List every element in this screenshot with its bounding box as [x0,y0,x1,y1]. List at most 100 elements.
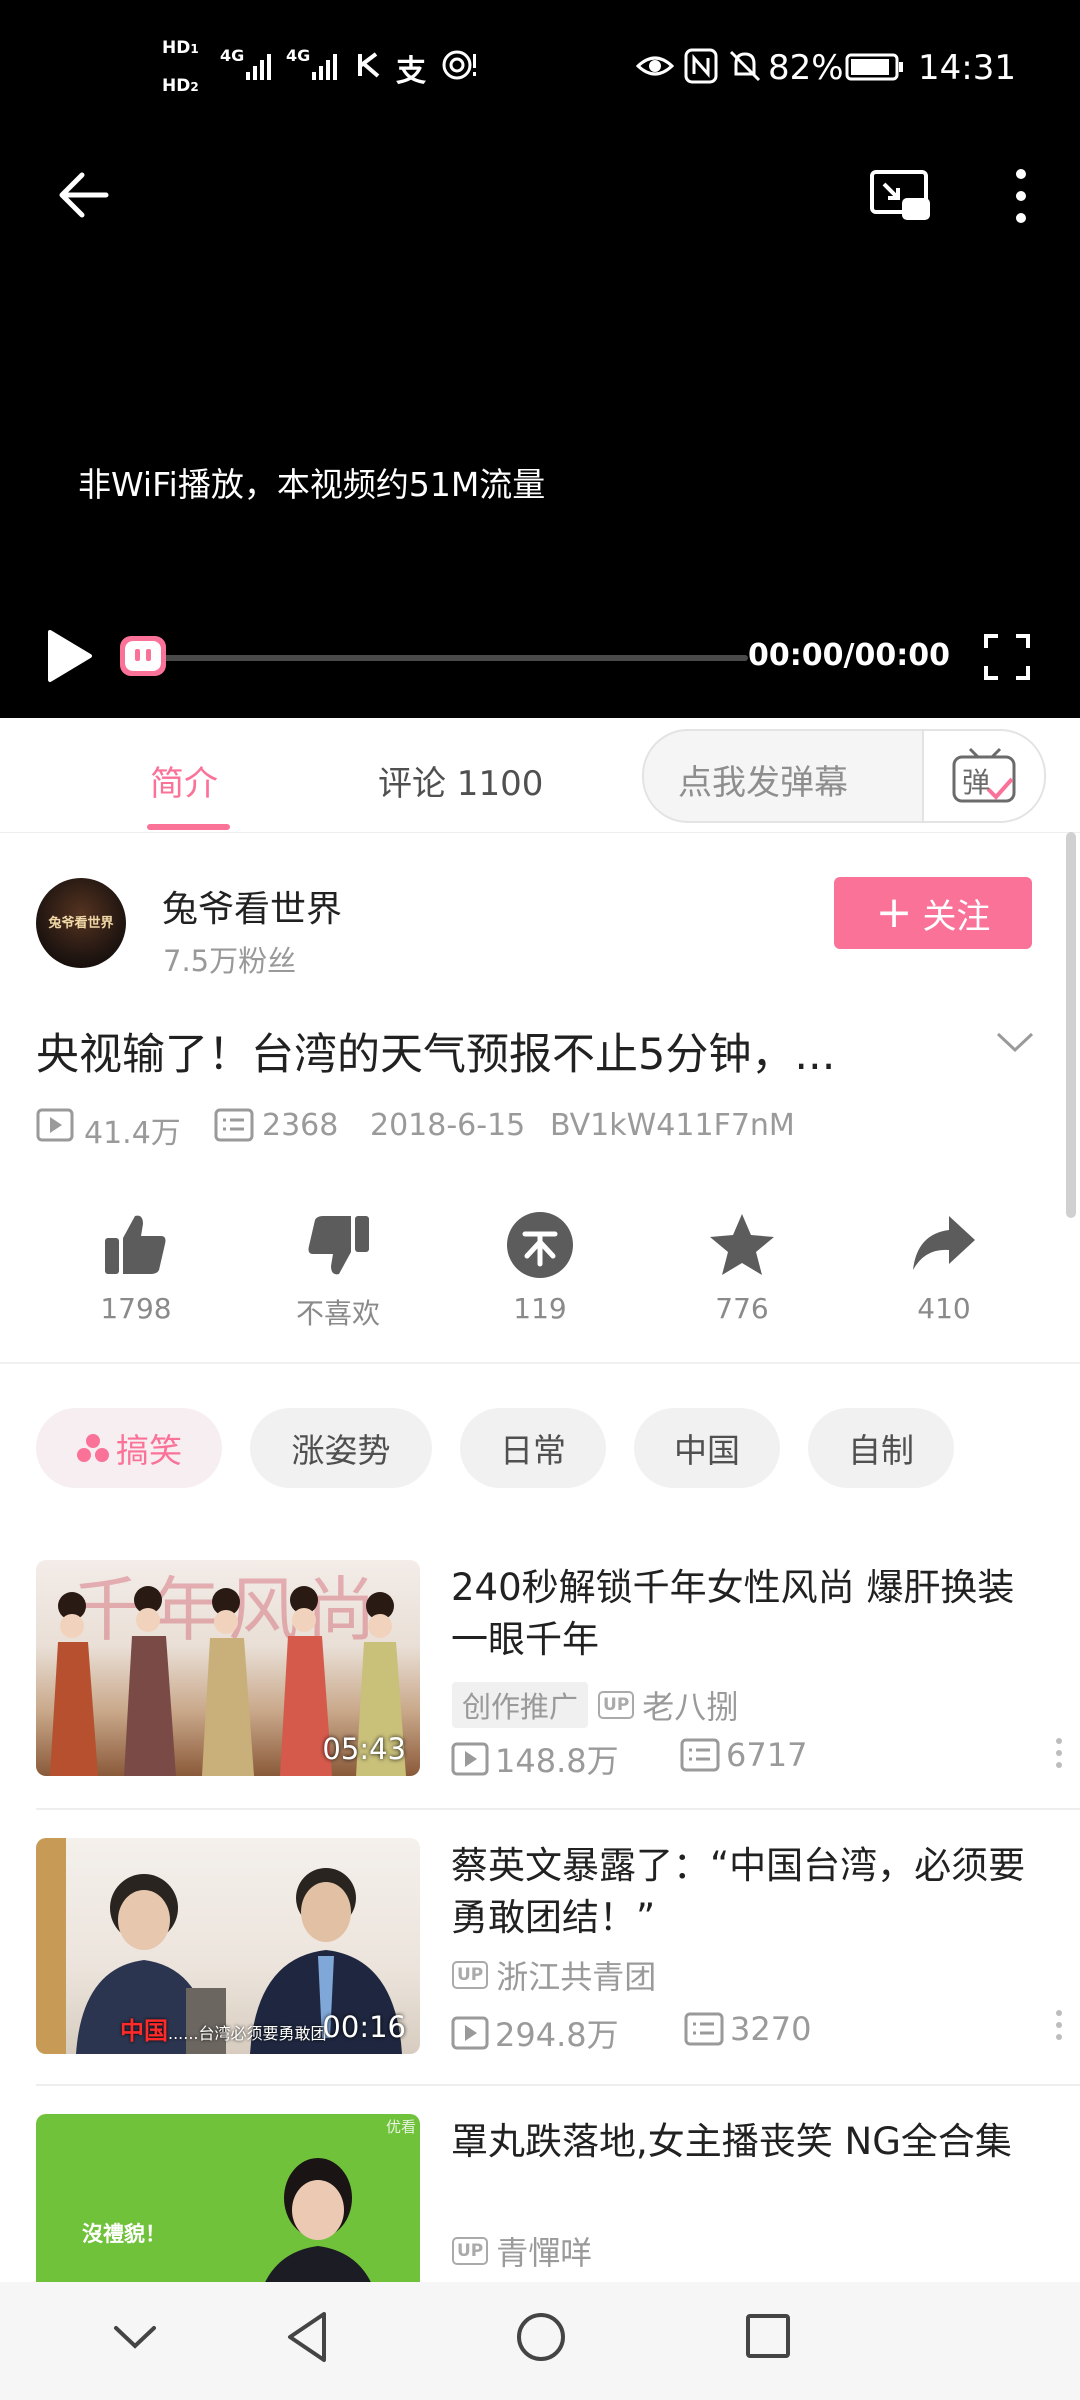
active-tab-indicator [147,824,230,830]
like-button[interactable]: 1798 [56,1210,216,1325]
related-video-item[interactable]: 沒禮貌！ 优看 罩丸跌落地,女主播丧笑 NG全合集 UP 青憚咩 [0,2114,1080,2282]
more-options-icon[interactable] [1056,2010,1066,2046]
related-video-uploader: 创作推广 UP 老八捌 [452,1682,738,1728]
thumbs-down-icon [308,1216,369,1275]
video-thumbnail: 中国......台湾必须要勇敢团 00:16 [36,1838,420,2054]
promo-badge: 创作推广 [452,1682,589,1728]
video-bvid: BV1kW411F7nM [550,1108,795,1143]
tab-intro[interactable]: 简介 [150,756,218,805]
progress-handle[interactable] [120,636,166,676]
related-video-title: 240秒解锁千年女性风尚 爆肝换装一眼千年 [451,1566,1015,1661]
tag-self-made[interactable]: 自制 [808,1408,954,1488]
plus-icon: + [875,887,913,938]
share-arrow-icon [913,1216,975,1270]
danmaku-count: 2368 [262,1108,339,1143]
more-options-icon[interactable] [1056,1738,1066,1774]
like-count: 1798 [100,1292,172,1325]
up-badge-icon: UP [452,2237,489,2265]
favorite-button[interactable]: 776 [662,1210,822,1325]
hotspot-icon [442,50,476,80]
star-icon [710,1214,774,1275]
related-video-comments: 3270 [684,2010,811,2048]
share-button[interactable]: 410 [864,1210,1024,1325]
video-player[interactable]: HD1 HD2 4G 4G 支 82% 14:31 非WiFi播放，本视频约51… [0,0,1080,718]
uploader-fans: 7.5万粉丝 [163,944,297,978]
related-video-uploader: UP 青憚咩 [452,2228,592,2274]
alipay-icon: 支 [396,54,426,89]
publish-date: 2018-6-15 [370,1108,526,1143]
playback-time: 00:00/00:00 [748,638,950,673]
nav-home-icon[interactable] [514,2310,568,2364]
more-options-icon[interactable] [1010,166,1032,226]
list-divider [36,2084,1080,2086]
coin-count: 119 [513,1292,567,1325]
related-video-comments: 6717 [680,1736,807,1774]
thumbs-up-icon [105,1215,166,1274]
video-title: 央视输了！台湾的天气预报不止5分钟，... [36,1030,836,1080]
dislike-button[interactable]: 不喜欢 [258,1210,418,1330]
play-count-icon [451,1742,489,1776]
related-video-views: 148.8万 [451,1736,619,1782]
back-arrow-icon[interactable] [56,170,112,220]
danmaku-toggle-button[interactable]: 弹 [922,731,1044,821]
danmaku-count-icon [214,1108,254,1142]
video-duration: 05:43 [322,1732,406,1766]
tag-funny[interactable]: 搞笑 [36,1408,222,1488]
danmaku-count-icon [684,2012,724,2046]
play-icon[interactable] [44,626,94,686]
related-video-item[interactable]: 中国......台湾必须要勇敢团 00:16 蔡英文暴露了：“中国台湾，必须要勇… [0,1838,1080,2114]
status-time: 14:31 [918,48,1016,88]
hd-voice-2-indicator: HD2 [162,76,199,96]
related-video-title: 蔡英文暴露了：“中国台湾，必须要勇敢团结！” [451,1844,1026,1939]
section-divider [0,1362,1080,1364]
thumbnail-figures [265,2158,371,2282]
uploader-name[interactable]: 兔爷看世界 [162,880,342,932]
related-video-item[interactable]: 千年风尚 05:43 240秒解锁千年女性风尚 爆肝换装一眼千年 创作推广 UP… [0,1560,1080,1836]
up-badge-icon: UP [598,1691,635,1719]
nav-recents-icon[interactable] [744,2312,794,2362]
collapse-down-icon[interactable] [112,2322,158,2352]
mute-icon [729,50,761,82]
follow-label: 关注 [922,896,991,937]
view-count: 41.4万 [84,1116,181,1151]
related-video-views: 294.8万 [451,2010,619,2056]
favorite-count: 776 [715,1292,769,1325]
tab-comments[interactable]: 评论 1100 [378,756,543,805]
danmaku-count-icon [680,1738,720,1772]
tag-china[interactable]: 中国 [634,1408,780,1488]
video-duration: 00:16 [322,2010,406,2044]
hd-voice-1-indicator: HD1 [162,38,199,58]
uploader-avatar[interactable]: 兔爷看世界 [36,878,126,968]
battery-percent: 82% [768,48,844,88]
coin-icon [507,1212,573,1278]
danmaku-input[interactable]: 点我发弹幕 弹 [642,729,1046,823]
progress-bar[interactable] [158,655,748,661]
battery-icon [845,53,903,81]
system-navigation-bar [0,2282,1080,2400]
video-thumbnail: 千年风尚 05:43 [36,1560,420,1776]
eye-comfort-icon [636,56,674,76]
hot-tag-icon [77,1434,109,1462]
danmaku-toggle-label: 弹 [962,766,991,799]
tag-knowledge[interactable]: 涨姿势 [250,1408,432,1488]
follow-button[interactable]: + 关注 [834,877,1032,949]
video-thumbnail: 沒禮貌！ 优看 [36,2114,420,2282]
related-video-uploader: UP 浙江共青团 [452,1952,656,1998]
nfc-icon [684,48,718,84]
play-count-icon [451,2016,489,2050]
dislike-label: 不喜欢 [295,1297,380,1330]
scroll-indicator [1066,832,1076,1218]
app-k-icon [358,52,380,78]
cast-screen-icon[interactable] [868,168,934,224]
mobile-data-notice: 非WiFi播放，本视频约51M流量 [78,465,546,504]
play-count-icon [36,1108,74,1142]
share-count: 410 [917,1292,971,1325]
chevron-down-icon[interactable] [995,1030,1035,1056]
coin-button[interactable]: 119 [460,1210,620,1325]
danmaku-placeholder: 点我发弹幕 [678,763,848,803]
list-divider [36,1808,1080,1810]
fullscreen-icon[interactable] [982,632,1032,682]
tag-daily[interactable]: 日常 [460,1408,606,1488]
up-badge-icon: UP [452,1961,489,1989]
nav-back-icon[interactable] [284,2310,330,2364]
